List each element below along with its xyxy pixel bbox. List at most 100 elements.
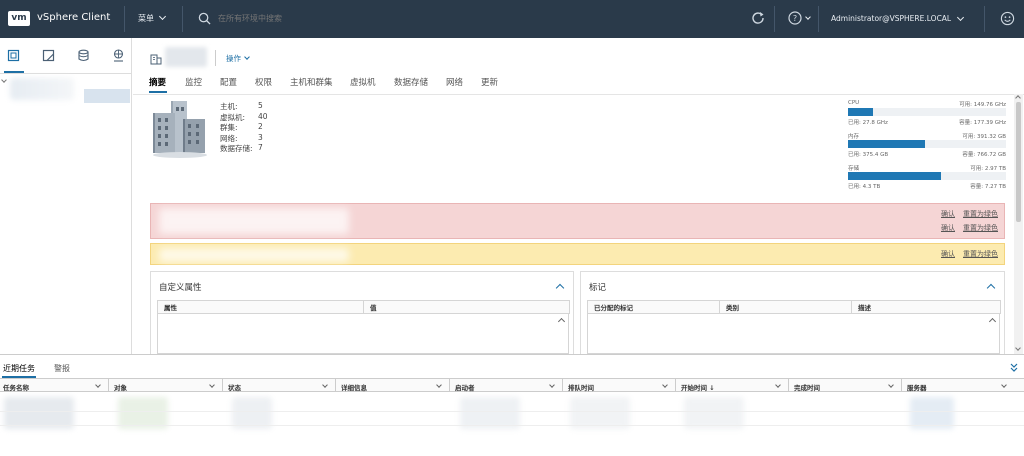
column-header-value[interactable]: 值 [363,300,570,314]
tab-permissions[interactable]: 权限 [255,76,272,88]
column-divider[interactable] [108,379,109,392]
collapse-chevron-icon[interactable] [986,283,996,293]
chevron-down-icon [1001,382,1007,388]
column-header-assigned-tag[interactable]: 已分配的标记 [587,300,720,314]
chevron-down-icon[interactable] [805,14,811,20]
stat-label: 虚拟机: [220,112,246,122]
tab-updates[interactable]: 更新 [481,76,498,88]
scroll-up-icon[interactable] [1015,95,1021,101]
stat-value: 3 [258,132,263,142]
alarm-text-redacted [159,208,349,234]
global-search-input[interactable] [218,14,418,23]
datacenter-building-icon [153,101,207,158]
help-icon[interactable]: ? [788,11,802,25]
search-icon[interactable] [198,12,211,25]
reset-to-green-link[interactable]: 重置为绿色 [963,250,998,258]
networking-icon[interactable] [112,49,125,62]
tags-panel: 标记 已分配的标记 类别 描述 [580,271,1005,354]
collapse-panel-icon[interactable] [1010,363,1018,373]
acknowledge-link[interactable]: 确认 [941,210,955,218]
user-menu[interactable]: Administrator@VSPHERE.LOCAL [831,14,951,23]
table-body [157,314,569,354]
column-label: 启动者 [455,384,475,392]
acknowledge-link[interactable]: 确认 [941,224,955,232]
menu-dropdown[interactable]: 菜单 [138,12,167,24]
stat-value: 2 [258,122,263,131]
header-divider [984,6,985,32]
column-divider[interactable] [449,379,450,392]
resource-capacity: 容量: 7.27 TB [970,184,1006,190]
column-header-details[interactable]: 详细信息 [341,382,367,392]
column-divider[interactable] [562,379,563,392]
column-header-completion-time[interactable]: 完成时间 [794,382,820,392]
tab-hosts-clusters[interactable]: 主机和群集 [290,76,333,88]
header-divider [215,50,216,66]
summary-content: 主机: 5 虚拟机: 40 群集: 2 网络: 3 数据存储: 7 CPU 可用: 149… [133,95,1013,354]
row-divider [0,411,1024,412]
chevron-down-icon [662,382,668,388]
tree-item-redacted[interactable] [10,78,74,100]
chevron-down-icon[interactable] [956,13,965,22]
chevron-down-icon [244,54,250,60]
scroll-up-icon[interactable] [557,317,566,326]
column-label: 对象 [114,384,127,392]
feedback-smiley-icon[interactable] [1000,11,1015,26]
column-header-task-name[interactable]: 任务名称 [3,382,29,392]
scroll-up-icon[interactable] [988,317,997,326]
reset-to-green-link[interactable]: 重置为绿色 [963,210,998,218]
column-header-attribute[interactable]: 属性 [157,300,364,314]
tab-monitor[interactable]: 监控 [185,76,202,88]
tab-configure[interactable]: 配置 [220,76,237,88]
column-divider[interactable] [901,379,902,392]
app-title[interactable]: vSphere Client [37,12,110,23]
header-divider [774,6,775,32]
inventory-navigator [0,38,132,354]
vms-templates-icon[interactable] [42,49,55,62]
datacenter-icon [150,54,162,65]
stat-value: 40 [258,111,268,121]
tree-selected-item[interactable] [84,89,130,103]
reset-to-green-link[interactable]: 重置为绿色 [963,224,998,232]
alarm-actions: 确认 重置为绿色 [933,249,998,259]
column-label: 状态 [228,384,241,392]
scroll-down-icon[interactable] [1015,345,1021,351]
column-header-server[interactable]: 服务器 [907,382,927,392]
scroll-thumb[interactable] [1016,102,1021,222]
header-divider [818,6,819,32]
column-divider[interactable] [222,379,223,392]
tab-networks[interactable]: 网络 [446,76,463,88]
collapse-chevron-icon[interactable] [555,283,565,293]
main-scrollbar[interactable] [1014,94,1023,354]
alarm-text-redacted [159,248,349,262]
column-divider[interactable] [335,379,336,392]
stat-label: 主机: [220,102,238,111]
tab-summary[interactable]: 摘要 [149,76,166,88]
hosts-clusters-icon[interactable] [7,49,20,62]
vmware-logo[interactable]: vm [8,11,30,26]
column-header-initiator[interactable]: 启动者 [455,382,475,392]
column-header-object[interactable]: 对象 [114,382,127,392]
column-header-category[interactable]: 类别 [719,300,852,314]
column-divider[interactable] [675,379,676,392]
column-header-queued-for[interactable]: 排队时间 [568,382,594,392]
column-header-status[interactable]: 状态 [228,382,241,392]
column-divider[interactable] [788,379,789,392]
cpu-meter: CPU 可用: 149.76 GHz 已用: 27.8 GHz 容量: 177.… [848,100,1006,132]
column-label: 排队时间 [568,384,594,392]
actions-label: 操作 [226,54,241,63]
alarm-actions: 确认 重置为绿色 [933,209,998,219]
tab-vms[interactable]: 虚拟机 [350,76,376,88]
actions-dropdown[interactable]: 操作 [226,53,250,64]
acknowledge-link[interactable]: 确认 [941,250,955,258]
refresh-icon[interactable] [750,10,766,26]
stat-label: 网络: [220,133,238,143]
column-header-description[interactable]: 描述 [851,300,1001,314]
column-label: 详细信息 [341,384,367,392]
tab-alarms[interactable]: 警报 [54,363,70,374]
column-header-start-time[interactable]: 开始时间 ↓ [681,382,715,392]
panel-title: 自定义属性 [159,283,202,293]
tab-datastores[interactable]: 数据存储 [394,76,428,88]
storage-icon[interactable] [77,49,90,62]
tab-recent-tasks[interactable]: 近期任务 [3,363,35,374]
expand-arrow-icon[interactable] [1,77,7,83]
